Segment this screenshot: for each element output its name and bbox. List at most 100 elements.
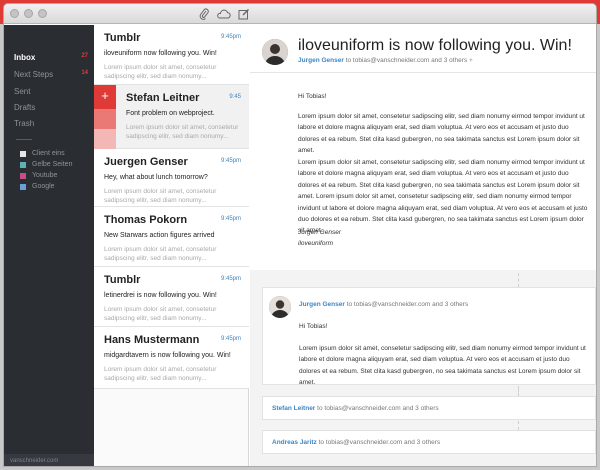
- sender-link[interactable]: Andreas Jaritz: [272, 439, 317, 446]
- sidebar-item-trash[interactable]: Trash: [14, 119, 88, 128]
- thread-message-card[interactable]: Stefan Leitner to tobias@vanschneider.co…: [262, 396, 596, 420]
- message-sender: Thomas Pokorn: [104, 214, 188, 226]
- sidebar-label-text: Gelbe Seiten: [32, 161, 73, 168]
- sidebar-item-label: Drafts: [14, 103, 36, 112]
- sender-link[interactable]: Jurgen Genser: [298, 57, 344, 64]
- sidebar-label-client-eins[interactable]: Client eins: [20, 150, 65, 157]
- sidebar-item-label: Inbox: [14, 53, 36, 62]
- sidebar-label-text: Google: [32, 183, 55, 190]
- list-item[interactable]: Hans Mustermann 9:45pm midgardtavern is …: [94, 327, 249, 389]
- message-sender: Tumblr: [104, 32, 141, 44]
- recipients-text: to tobias@vanschneider.com and 3 others: [346, 301, 469, 308]
- card-meta: Andreas Jaritz to tobias@vanschneider.co…: [272, 439, 440, 446]
- add-icon[interactable]: +: [94, 85, 116, 109]
- thread-message-card[interactable]: Andreas Jaritz to tobias@vanschneider.co…: [262, 430, 596, 454]
- sidebar-label-gelbe-seiten[interactable]: Gelbe Seiten: [20, 161, 72, 168]
- message-time: 9:45pm: [220, 216, 241, 222]
- toolbar: [196, 7, 251, 21]
- card-meta: Jurgen Genser to tobias@vanschneider.com…: [299, 301, 468, 308]
- sidebar-footer[interactable]: vanschneider.com: [4, 454, 94, 466]
- sidebar-item-inbox[interactable]: Inbox 27: [14, 53, 88, 62]
- label-color-swatch: [20, 183, 26, 190]
- list-item[interactable]: Tumblr 9:45pm iloveuniform now following…: [94, 25, 249, 85]
- sidebar-label-text: Client eins: [32, 150, 65, 157]
- message-subject: iloveuniform now following you. Win!: [104, 50, 217, 57]
- avatar[interactable]: [262, 39, 288, 65]
- paperclip-icon[interactable]: [196, 7, 211, 21]
- message-subject: Font problem on webproject.: [126, 110, 215, 117]
- sidebar-label-text: Youtube: [32, 172, 58, 179]
- message-list: Tumblr 9:45pm iloveuniform now following…: [94, 25, 249, 466]
- window-controls: [10, 9, 47, 18]
- sidebar-item-drafts[interactable]: Drafts: [14, 103, 88, 112]
- label-color-swatch: [20, 150, 26, 157]
- sender-link[interactable]: Jurgen Genser: [299, 301, 345, 308]
- list-item[interactable]: Thomas Pokorn 9:45pm New Starwars action…: [94, 207, 249, 267]
- list-item[interactable]: Tumblr 9:45pm letinerdrei is now followi…: [94, 267, 249, 327]
- card-paragraph: Lorem ipsum dolor sit amet, consetetur s…: [299, 345, 586, 387]
- unread-count-badge: 14: [81, 70, 88, 76]
- message-preview: Lorem ipsum dolor sit amet, consetetur s…: [126, 124, 239, 140]
- mail-window: Inbox 27 Next Steps 14 Sent Drafts Trash…: [3, 3, 597, 467]
- message-preview: Lorem ipsum dolor sit amet, consetetur s…: [104, 246, 217, 262]
- label-color-swatch: [20, 172, 26, 179]
- list-item[interactable]: Juergen Genser 9:45pm Hey, what about lu…: [94, 149, 249, 207]
- message-title: iloveuniform is now following you. Win!: [298, 37, 572, 54]
- message-preview: Lorem ipsum dolor sit amet, consetetur s…: [104, 188, 217, 204]
- signature-company: iloveuniform: [298, 240, 334, 247]
- message-time: 9:45pm: [220, 276, 241, 282]
- message-subject: New Starwars action figures arrived: [104, 232, 215, 239]
- message-subject: midgardtavern is now following you. Win!: [104, 352, 231, 359]
- list-item-selected[interactable]: + Stefan Leitner 9:45 Font problem on we…: [94, 85, 249, 149]
- message-preview: Lorem ipsum dolor sit amet, consetetur s…: [104, 64, 217, 80]
- recipients-text: to tobias@vanschneider.com and 3 others: [345, 57, 468, 64]
- sidebar-item-label: Next Steps: [14, 70, 54, 79]
- recipients-text: to tobias@vanschneider.com and 3 others: [318, 439, 441, 446]
- zoom-window-button[interactable]: [38, 9, 47, 18]
- message-sender: Stefan Leitner: [126, 92, 200, 104]
- swipe-segment: [94, 129, 116, 149]
- close-window-button[interactable]: [10, 9, 19, 18]
- sidebar: Inbox 27 Next Steps 14 Sent Drafts Trash…: [4, 25, 94, 466]
- sidebar-item-label: Sent: [14, 87, 31, 96]
- message-subject: letinerdrei is now following you. Win!: [104, 292, 217, 299]
- header-divider: [250, 72, 596, 73]
- message-sender: Tumblr: [104, 274, 141, 286]
- cloud-icon[interactable]: [216, 7, 231, 21]
- avatar[interactable]: [269, 296, 291, 318]
- thread-connector: [518, 386, 519, 396]
- message-time: 9:45pm: [220, 34, 241, 40]
- unread-count-badge: 27: [81, 53, 88, 59]
- expand-recipients-button[interactable]: +: [469, 57, 473, 64]
- message-time: 9:45pm: [220, 336, 241, 342]
- message-reader: iloveuniform is now following you. Win! …: [250, 25, 596, 466]
- sidebar-divider: [16, 139, 32, 140]
- label-color-swatch: [20, 161, 26, 168]
- minimize-window-button[interactable]: [24, 9, 33, 18]
- message-meta: Jurgen Genser to tobias@vanschneider.com…: [298, 57, 473, 64]
- message-subject: Hey, what about lunch tomorrow?: [104, 174, 208, 181]
- sidebar-label-youtube[interactable]: Youtube: [20, 172, 57, 179]
- thread-message-card[interactable]: Jurgen Genser to tobias@vanschneider.com…: [262, 287, 596, 386]
- card-meta: Stefan Leitner to tobias@vanschneider.co…: [272, 405, 439, 412]
- thread-connector: [518, 273, 519, 287]
- card-greeting: Hi Tobias!: [299, 323, 328, 330]
- message-time: 9:45: [229, 94, 241, 100]
- message-preview: Lorem ipsum dolor sit amet, consetetur s…: [104, 366, 217, 382]
- signature-name: Jurgen Genser: [298, 229, 341, 236]
- message-time: 9:45pm: [220, 158, 241, 164]
- thread-connector: [518, 421, 519, 430]
- sidebar-item-next-steps[interactable]: Next Steps 14: [14, 70, 88, 79]
- title-bar: [4, 4, 596, 24]
- compose-icon[interactable]: [236, 7, 251, 21]
- message-sender: Juergen Genser: [104, 156, 188, 168]
- sender-link[interactable]: Stefan Leitner: [272, 405, 315, 412]
- message-greeting: Hi Tobias!: [298, 93, 327, 100]
- sidebar-label-google[interactable]: Google: [20, 183, 55, 190]
- message-paragraph: Lorem ipsum dolor sit amet, consetetur s…: [298, 159, 588, 235]
- sidebar-item-label: Trash: [14, 119, 35, 128]
- swipe-segment: [94, 109, 116, 129]
- recipients-text: to tobias@vanschneider.com and 3 others: [317, 405, 439, 412]
- sidebar-item-sent[interactable]: Sent: [14, 87, 88, 96]
- swipe-action-bar[interactable]: +: [94, 85, 116, 149]
